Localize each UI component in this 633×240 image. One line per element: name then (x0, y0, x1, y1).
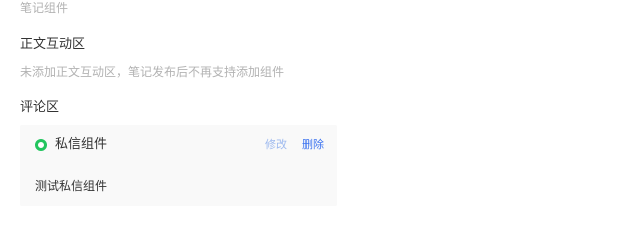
body-interaction-hint: 未添加正文互动区，笔记发布后不再支持添加组件 (20, 65, 285, 79)
green-ring-icon (35, 139, 47, 151)
edit-link[interactable]: 修改 (265, 138, 287, 152)
body-interaction-title: 正文互动区 (20, 37, 86, 52)
section-caption: 笔记组件 (20, 1, 69, 15)
component-name: 私信组件 (55, 137, 108, 152)
comment-area-title: 评论区 (20, 100, 60, 115)
dm-component-card: 私信组件 修改 删除 测试私信组件 (20, 125, 337, 206)
component-description: 测试私信组件 (35, 179, 108, 193)
delete-link[interactable]: 删除 (302, 138, 324, 152)
component-header-row: 私信组件 修改 删除 (20, 125, 337, 165)
